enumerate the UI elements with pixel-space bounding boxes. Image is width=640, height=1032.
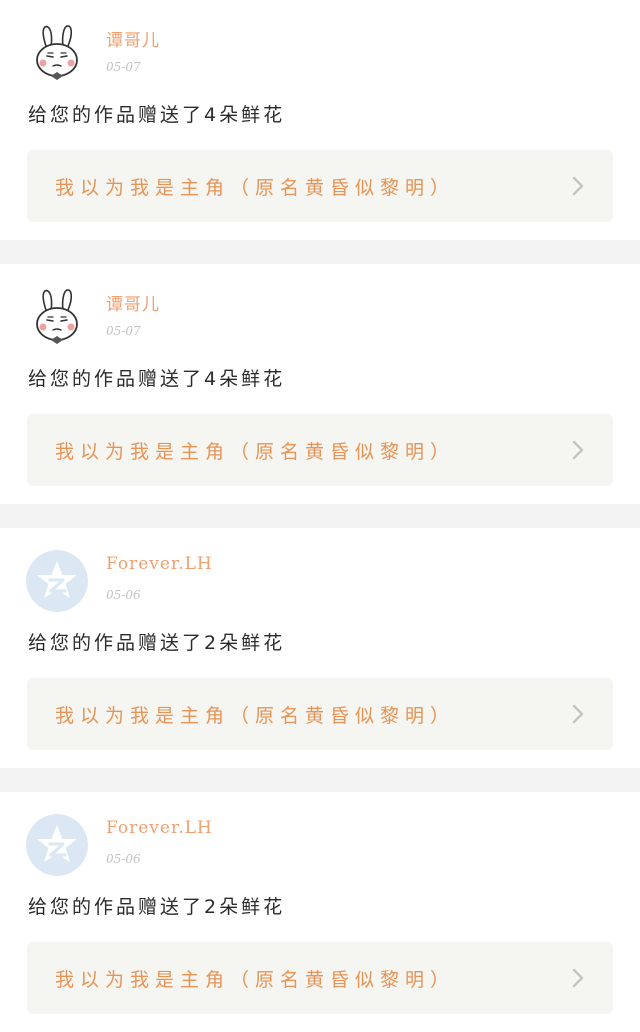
user-name[interactable]: 谭哥儿: [106, 26, 160, 51]
chevron-right-icon: [567, 439, 589, 461]
timestamp: 05-06: [106, 852, 141, 866]
notification-message: 给您的作品赠送了2朵鲜花: [28, 632, 286, 654]
chevron-right-icon: [567, 175, 589, 197]
avatar[interactable]: [26, 814, 88, 876]
notification-card: 谭哥儿 05-07 给您的作品赠送了4朵鲜花 我以为我是主角（原名黄昏似黎明）: [0, 0, 640, 240]
avatar[interactable]: [26, 22, 88, 84]
notification-card: Forever.LH 05-06 给您的作品赠送了2朵鲜花 我以为我是主角（原名…: [0, 528, 640, 768]
rabbit-avatar-icon: [26, 22, 88, 84]
divider: [0, 240, 640, 264]
qzone-star-avatar-icon: [26, 550, 88, 612]
work-title: 我以为我是主角（原名黄昏似黎明）: [55, 177, 456, 199]
work-title: 我以为我是主角（原名黄昏似黎明）: [55, 969, 456, 991]
rabbit-avatar-icon: [26, 286, 88, 348]
timestamp: 05-06: [106, 588, 141, 602]
timestamp: 05-07: [106, 60, 141, 74]
work-title: 我以为我是主角（原名黄昏似黎明）: [55, 441, 456, 463]
avatar[interactable]: [26, 550, 88, 612]
user-name[interactable]: 谭哥儿: [106, 290, 160, 315]
user-name[interactable]: Forever.LH: [106, 818, 213, 838]
qzone-star-avatar-icon: [26, 814, 88, 876]
notification-card: 谭哥儿 05-07 给您的作品赠送了4朵鲜花 我以为我是主角（原名黄昏似黎明）: [0, 264, 640, 504]
notification-message: 给您的作品赠送了4朵鲜花: [28, 104, 286, 126]
divider: [0, 768, 640, 792]
work-title: 我以为我是主角（原名黄昏似黎明）: [55, 705, 456, 727]
notification-card: Forever.LH 05-06 给您的作品赠送了2朵鲜花 我以为我是主角（原名…: [0, 792, 640, 1032]
work-link[interactable]: 我以为我是主角（原名黄昏似黎明）: [27, 678, 613, 750]
chevron-right-icon: [567, 703, 589, 725]
notification-feed: 谭哥儿 05-07 给您的作品赠送了4朵鲜花 我以为我是主角（原名黄昏似黎明） …: [0, 0, 640, 1032]
notification-message: 给您的作品赠送了2朵鲜花: [28, 896, 286, 918]
avatar[interactable]: [26, 286, 88, 348]
work-link[interactable]: 我以为我是主角（原名黄昏似黎明）: [27, 150, 613, 222]
user-name[interactable]: Forever.LH: [106, 554, 213, 574]
chevron-right-icon: [567, 967, 589, 989]
notification-message: 给您的作品赠送了4朵鲜花: [28, 368, 286, 390]
work-link[interactable]: 我以为我是主角（原名黄昏似黎明）: [27, 942, 613, 1014]
divider: [0, 504, 640, 528]
work-link[interactable]: 我以为我是主角（原名黄昏似黎明）: [27, 414, 613, 486]
timestamp: 05-07: [106, 324, 141, 338]
